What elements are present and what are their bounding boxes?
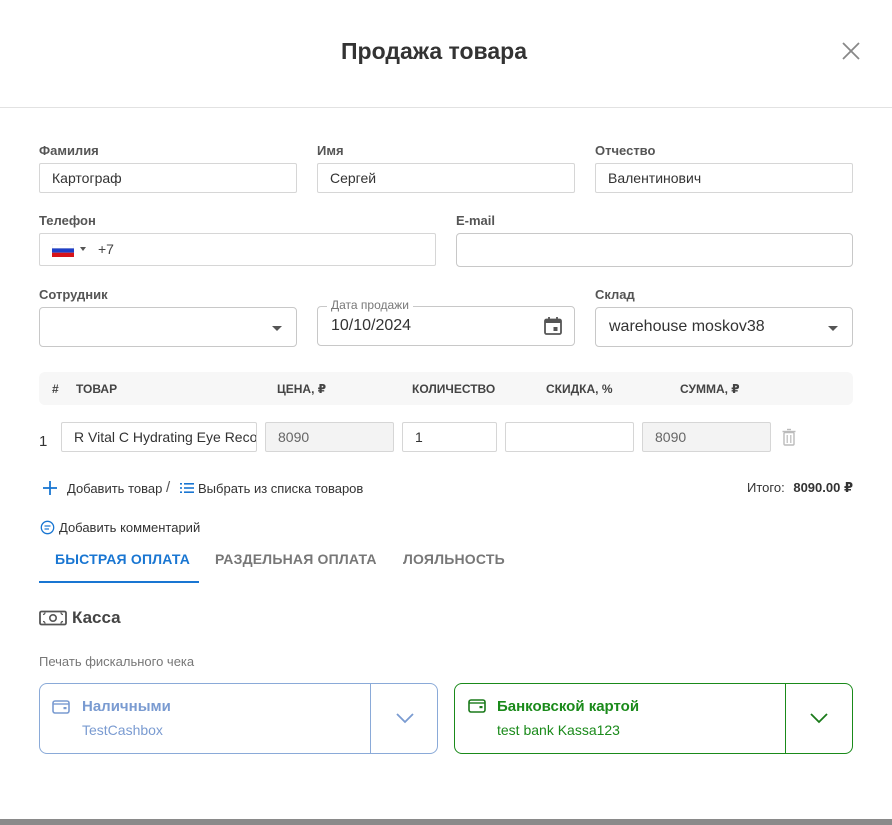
backdrop-edge (0, 819, 892, 825)
divider (785, 684, 786, 753)
card-payment-subtitle: test bank Kassa123 (497, 722, 620, 738)
add-comment-button[interactable]: Добавить комментарий (40, 519, 200, 535)
phone-field[interactable]: +7 (39, 233, 436, 266)
add-comment-label: Добавить комментарий (59, 519, 201, 535)
total-label: Итого: (747, 480, 785, 495)
first-name-input[interactable]: Сергей (317, 163, 575, 193)
cash-icon (39, 610, 67, 626)
card-payment-title: Банковской картой (497, 698, 640, 715)
discount-input[interactable] (505, 422, 634, 452)
middle-name-label: Отчество (595, 143, 656, 158)
active-tab-indicator (39, 581, 199, 583)
list-icon (180, 483, 194, 493)
calendar-icon[interactable] (543, 316, 563, 336)
tab-loyalty[interactable]: Лояльность (403, 551, 505, 567)
column-header-discount: Скидка, % (546, 382, 613, 396)
employee-label: Сотрудник (39, 287, 108, 302)
chevron-down-icon (80, 247, 86, 251)
phone-input[interactable]: +7 (98, 234, 114, 265)
modal-header: Продажа товара (0, 0, 892, 108)
warehouse-value: warehouse moskov38 (609, 318, 765, 335)
last-name-input[interactable]: Картограф (39, 163, 297, 193)
total-value: 8090.00 ₽ (793, 480, 853, 495)
email-label: E-mail (456, 213, 496, 228)
modal-title: Продажа товара (341, 38, 527, 64)
employee-select[interactable] (39, 307, 297, 347)
trash-icon[interactable] (781, 428, 797, 446)
sale-date-input: 10/10/2024 (331, 317, 412, 334)
sum-input: 8090 (642, 422, 771, 452)
sale-modal: Продажа товара Фамилия Картограф Имя Сер… (0, 0, 892, 825)
middle-name-input[interactable]: Валентинович (595, 163, 853, 193)
actions-separator: / (166, 479, 171, 496)
add-product-button[interactable]: Добавить товар (42, 479, 162, 497)
last-name-label: Фамилия (39, 143, 99, 158)
russia-flag-icon (52, 244, 74, 257)
column-header-qty: Количество (412, 382, 496, 396)
add-product-label: Добавить товар (67, 480, 163, 496)
column-header-price: Цена, ₽ (277, 382, 327, 396)
price-input: 8090 (265, 422, 394, 452)
phone-label: Телефон (39, 213, 96, 228)
tab-fast-payment[interactable]: Быстрая оплата (55, 551, 190, 567)
row-number: 1 (39, 433, 48, 450)
cashbox-title: Касса (72, 608, 121, 627)
fiscal-receipt-label: Печать фискального чека (39, 654, 195, 669)
column-header-product: Товар (76, 382, 118, 396)
comment-icon (40, 520, 55, 534)
close-icon[interactable] (838, 38, 864, 64)
warehouse-label: Склад (595, 287, 635, 302)
column-header-sum: Сумма, ₽ (680, 382, 740, 396)
cash-payment-title: Наличными (82, 698, 171, 715)
wallet-icon (468, 699, 486, 713)
product-input[interactable]: R Vital C Hydrating Eye Recovery (61, 422, 257, 452)
cash-payment-subtitle: TestCashbox (82, 722, 163, 738)
sale-date-label: Дата продажи (327, 298, 413, 312)
column-header-num: # (52, 382, 59, 396)
total: Итого: 8090.00 ₽ (747, 480, 853, 496)
plus-icon (43, 481, 57, 495)
divider (370, 684, 371, 753)
choose-from-list-button[interactable]: Выбрать из списка товаров (180, 479, 363, 497)
chevron-down-icon (272, 326, 282, 331)
warehouse-select[interactable]: warehouse moskov38 (595, 307, 853, 347)
chevron-down-icon (828, 326, 838, 331)
chevron-down-icon[interactable] (810, 712, 828, 724)
choose-from-list-label: Выбрать из списка товаров (198, 480, 364, 496)
country-selector[interactable] (40, 234, 90, 265)
tab-split-payment[interactable]: Раздельная оплата (215, 551, 377, 567)
card-payment-button[interactable]: Банковской картой test bank Kassa123 (454, 683, 853, 754)
cash-payment-button[interactable]: Наличными TestCashbox (39, 683, 438, 754)
first-name-label: Имя (317, 143, 344, 158)
quantity-input[interactable]: 1 (402, 422, 497, 452)
sale-date-field[interactable]: Дата продажи 10/10/2024 (317, 298, 575, 346)
wallet-icon (52, 700, 70, 714)
chevron-down-icon[interactable] (396, 712, 414, 724)
email-input[interactable] (456, 233, 853, 267)
